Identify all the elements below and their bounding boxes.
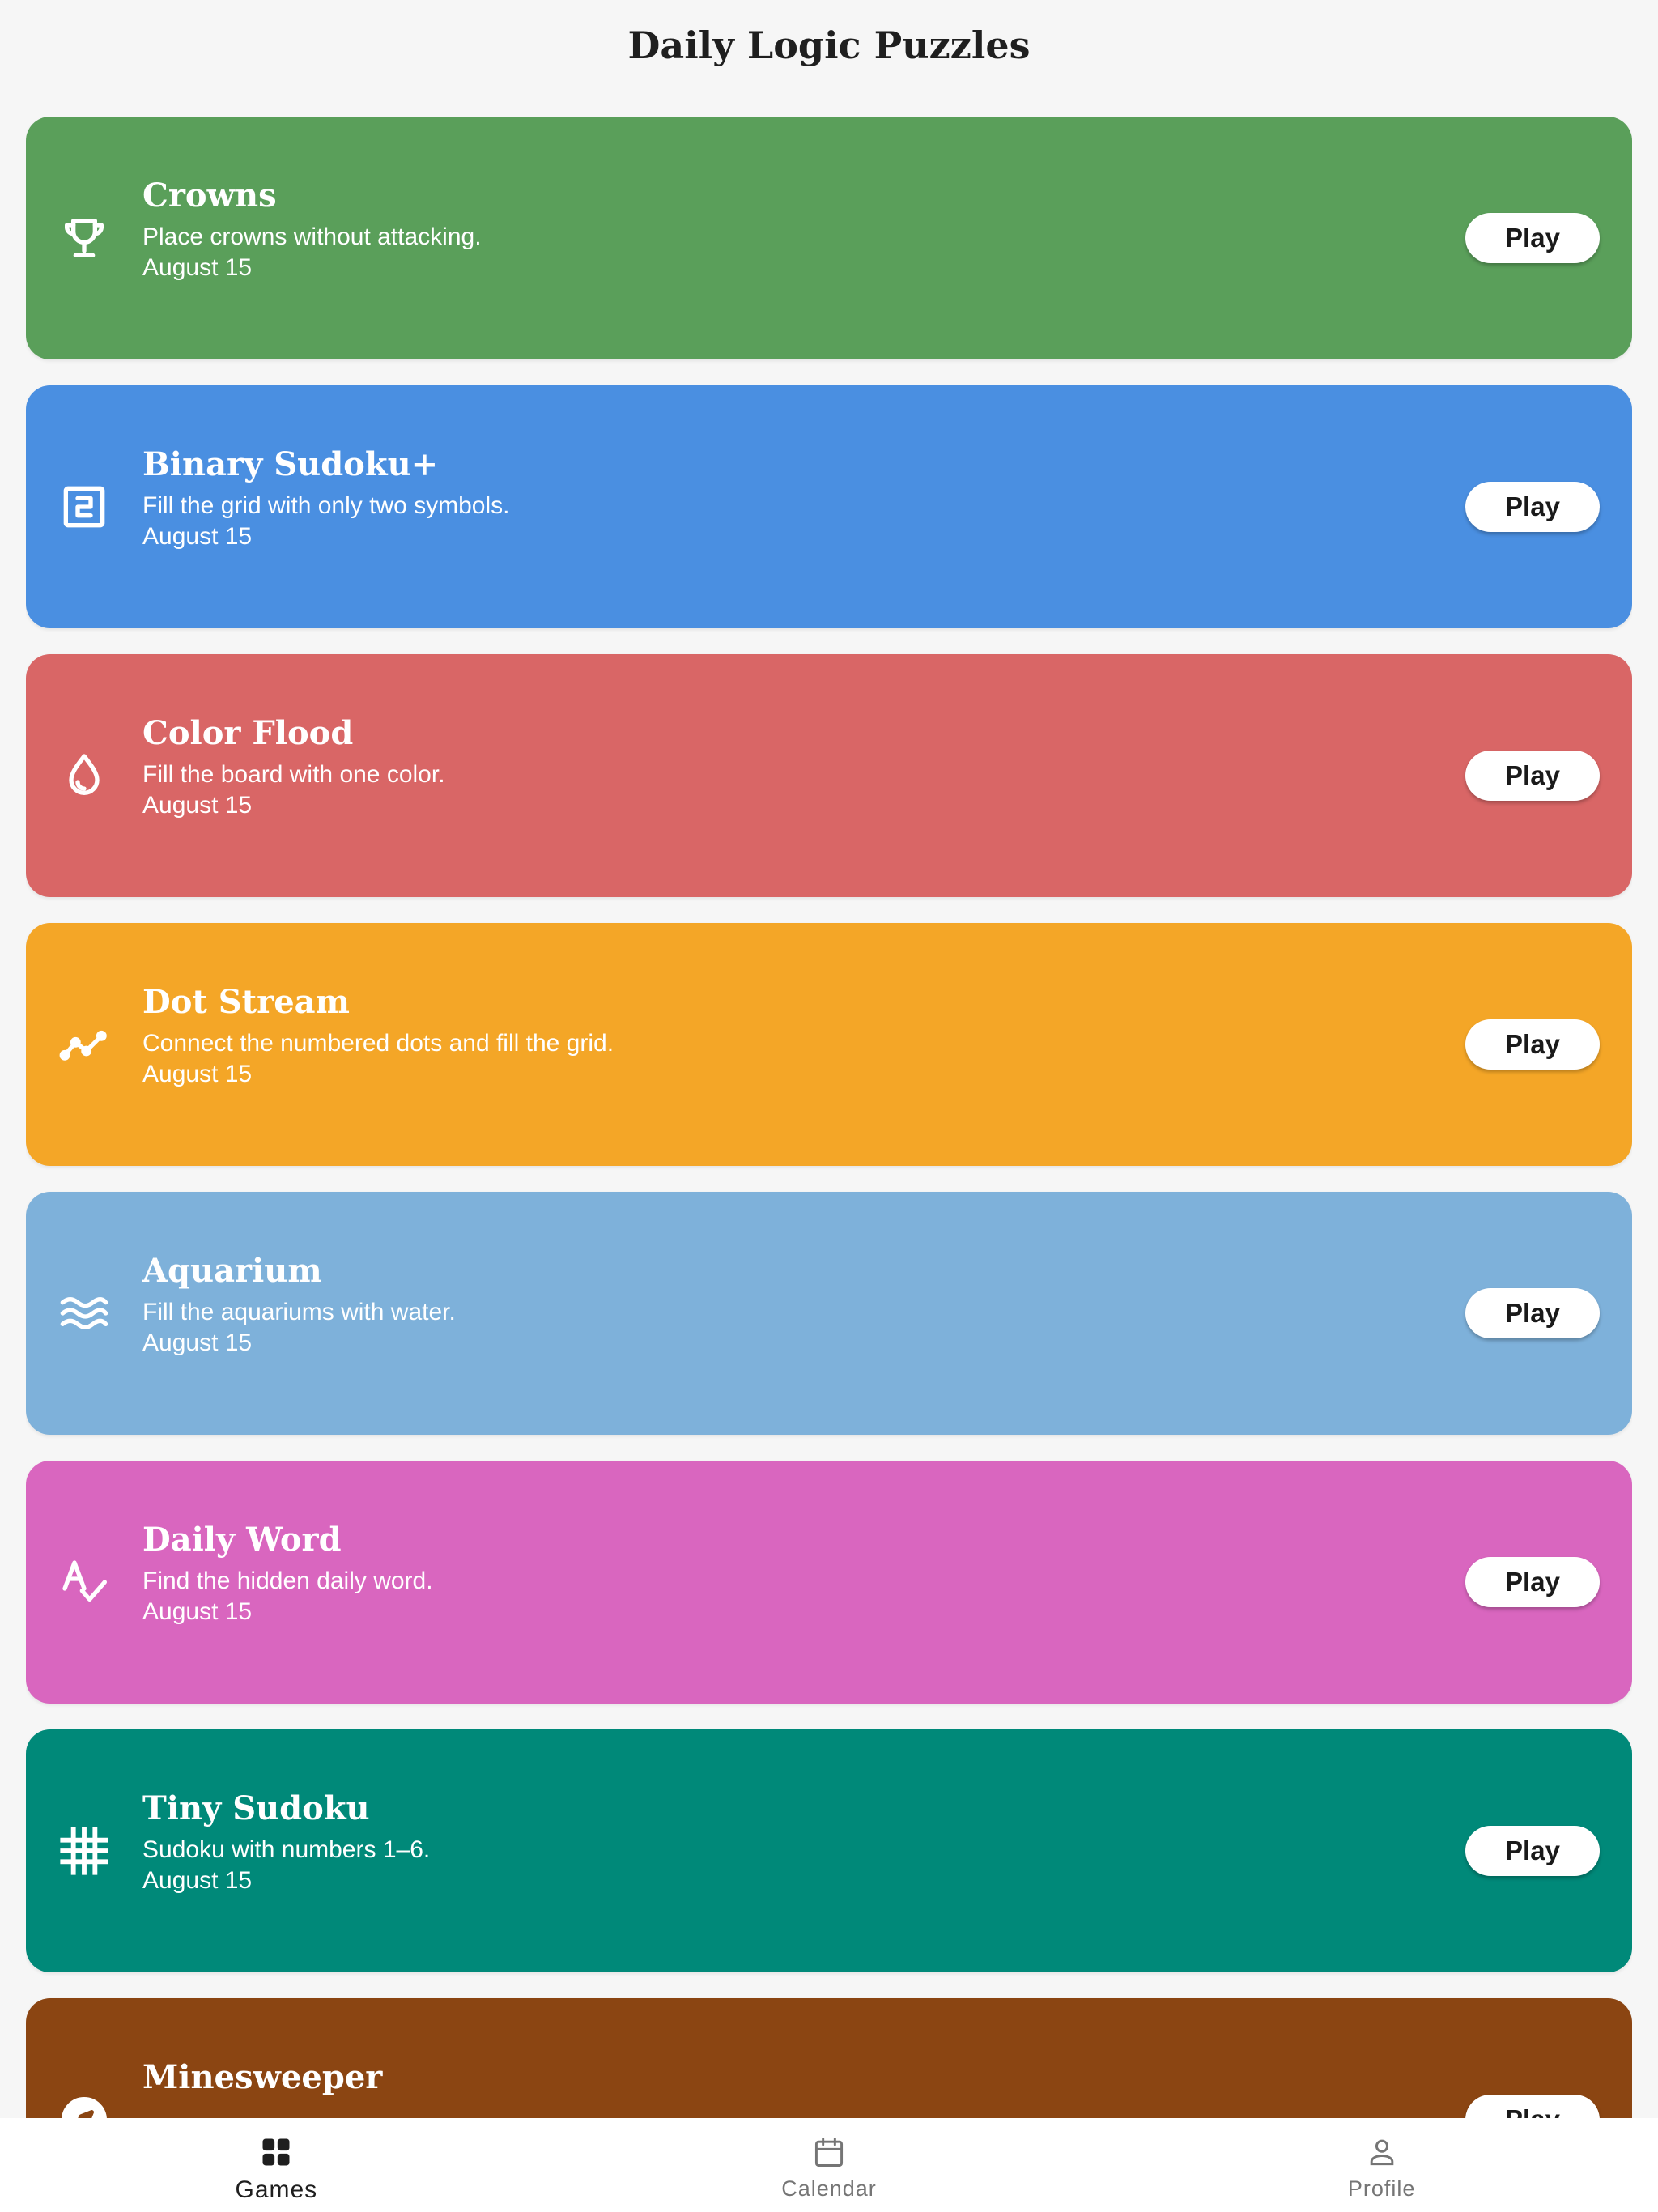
game-title: Dot Stream	[142, 983, 350, 1021]
game-card-aquarium[interactable]: Aquarium Fill the aquariums with water. …	[26, 1192, 1632, 1435]
game-date: August 15	[142, 1598, 253, 1625]
line-chart-icon	[58, 1019, 110, 1070]
card-text: Aquarium Fill the aquariums with water. …	[142, 1249, 456, 1359]
water-drop-icon	[58, 750, 110, 802]
game-card-minesweeper[interactable]: Minesweeper Play	[26, 1998, 1632, 2118]
play-button[interactable]: Play	[1465, 213, 1600, 263]
play-button[interactable]: Play	[1465, 2095, 1600, 2118]
grid-four-icon	[262, 2138, 290, 2166]
page-title: Daily Logic Puzzles	[627, 23, 1031, 67]
game-description: Find the hidden daily word.	[142, 1568, 433, 1594]
card-text: Tiny Sudoku Sudoku with numbers 1–6. Aug…	[142, 1786, 430, 1896]
game-date: August 15	[142, 1061, 253, 1087]
number-two-box-icon	[58, 481, 110, 533]
card-text: Minesweeper	[142, 2055, 382, 2100]
play-button[interactable]: Play	[1465, 751, 1600, 801]
card-text: Daily Word Find the hidden daily word. A…	[142, 1517, 433, 1627]
game-date: August 15	[142, 792, 253, 819]
play-button[interactable]: Play	[1465, 1826, 1600, 1876]
game-date: August 15	[142, 1329, 253, 1356]
waves-icon	[58, 1287, 110, 1339]
game-card-crowns[interactable]: Crowns Place crowns without attacking. A…	[26, 117, 1632, 359]
game-date: August 15	[142, 1867, 253, 1894]
game-title: Binary Sudoku+	[142, 445, 439, 483]
spellcheck-icon	[58, 1556, 110, 1608]
game-card-binary-sudoku[interactable]: Binary Sudoku+ Fill the grid with only t…	[26, 385, 1632, 628]
card-text: Dot Stream Connect the numbered dots and…	[142, 980, 614, 1090]
game-description: Fill the aquariums with water.	[142, 1299, 456, 1325]
app-header: Daily Logic Puzzles	[0, 0, 1658, 91]
game-date: August 15	[142, 523, 253, 550]
play-button[interactable]: Play	[1465, 1557, 1600, 1607]
play-button[interactable]: Play	[1465, 1019, 1600, 1070]
card-text: Crowns Place crowns without attacking. A…	[142, 173, 482, 283]
game-card-tiny-sudoku[interactable]: Tiny Sudoku Sudoku with numbers 1–6. Aug…	[26, 1729, 1632, 1972]
calendar-icon	[814, 2138, 844, 2167]
game-title: Daily Word	[142, 1521, 342, 1559]
game-title: Tiny Sudoku	[142, 1789, 370, 1827]
game-description: Sudoku with numbers 1–6.	[142, 1836, 431, 1863]
game-description: Fill the board with one color.	[142, 761, 445, 788]
compass-icon	[58, 2094, 110, 2118]
person-icon	[1370, 2139, 1393, 2166]
game-title: Crowns	[142, 177, 277, 215]
game-card-dot-stream[interactable]: Dot Stream Connect the numbered dots and…	[26, 923, 1632, 1166]
nav-item-calendar[interactable]: Calendar	[553, 2118, 1106, 2212]
nav-label: Games	[235, 2176, 318, 2203]
game-date: August 15	[142, 254, 253, 281]
game-description: Fill the grid with only two symbols.	[142, 492, 510, 519]
play-button[interactable]: Play	[1465, 482, 1600, 532]
nav-item-profile[interactable]: Profile	[1105, 2118, 1658, 2212]
play-button[interactable]: Play	[1465, 1288, 1600, 1338]
game-card-daily-word[interactable]: Daily Word Find the hidden daily word. A…	[26, 1461, 1632, 1704]
game-card-color-flood[interactable]: Color Flood Fill the board with one colo…	[26, 654, 1632, 897]
card-text: Color Flood Fill the board with one colo…	[142, 711, 445, 821]
game-description: Place crowns without attacking.	[142, 223, 482, 250]
game-title: Color Flood	[142, 714, 354, 752]
trophy-icon	[58, 212, 110, 264]
game-title: Aquarium	[142, 1252, 322, 1290]
bottom-nav: Games Calendar Profile	[0, 2118, 1658, 2212]
nav-label: Calendar	[781, 2176, 877, 2201]
game-list[interactable]: Crowns Place crowns without attacking. A…	[26, 117, 1632, 2118]
grid-icon	[58, 1825, 110, 1877]
nav-item-games[interactable]: Games	[0, 2118, 553, 2212]
game-title: Minesweeper	[142, 2058, 383, 2096]
game-description: Connect the numbered dots and fill the g…	[142, 1030, 614, 1057]
nav-label: Profile	[1347, 2176, 1416, 2201]
card-text: Binary Sudoku+ Fill the grid with only t…	[142, 442, 510, 552]
